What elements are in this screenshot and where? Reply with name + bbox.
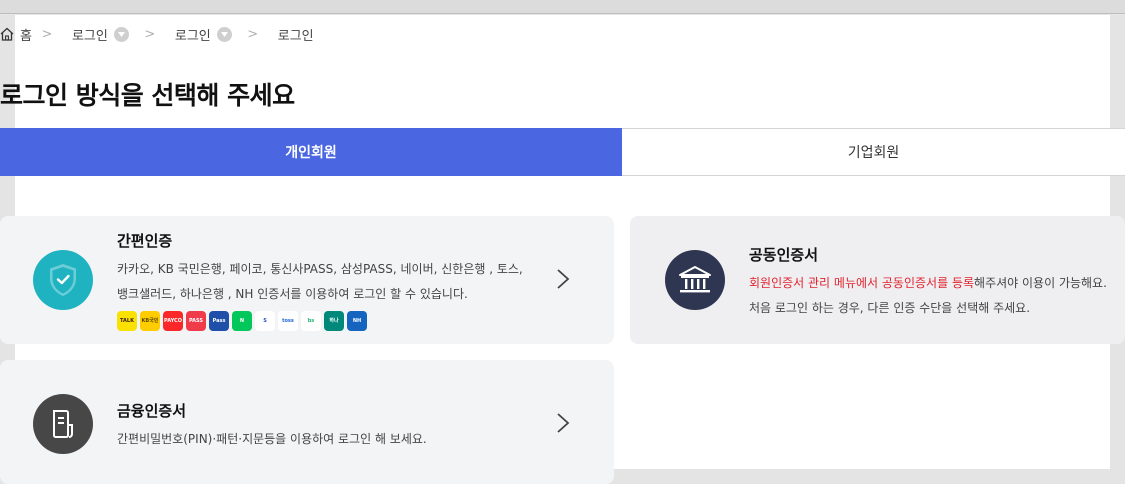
chevron-right-icon: > [144, 26, 156, 42]
home-icon [0, 27, 14, 41]
joint-cert-card[interactable]: 공동인증서 회원인증서 관리 메뉴에서 공동인증서를 등록해주셔야 이용이 가능… [630, 216, 1125, 344]
breadcrumb-item-label: 로그인 [277, 28, 314, 44]
tab-corporate[interactable]: 기업회원 [622, 128, 1125, 176]
breadcrumb-item-1[interactable]: 로그인 [72, 25, 129, 44]
pass-icon: PASS [186, 311, 206, 331]
banksalad-icon: bs [301, 311, 321, 331]
payco-icon: PAYCO [163, 311, 183, 331]
hana-icon: 하나 [324, 311, 344, 331]
fin-cert-title: 금융인증서 [117, 402, 187, 420]
fin-cert-desc: 간편비밀번호(PIN)·패턴·지문등을 이용하여 로그인 해 보세요. [117, 432, 427, 446]
breadcrumb-home-label: 홈 [20, 28, 32, 44]
easy-auth-title: 간편인증 [117, 232, 173, 250]
breadcrumb-home[interactable]: 홈 [0, 25, 32, 44]
chevron-down-icon[interactable] [216, 26, 232, 42]
page-title: 로그인 방식을 선택해 주세요 [0, 81, 295, 110]
joint-cert-desc-rest: 해주셔야 이용이 가능해요. [974, 276, 1107, 290]
kakao-icon: TALK [117, 311, 137, 331]
samsung-pass-icon: Pass [209, 311, 229, 331]
chevron-right-icon [557, 269, 570, 289]
joint-cert-desc-line2: 처음 로그인 하는 경우, 다른 인증 수단을 선택해 주세요. [749, 301, 1031, 315]
nh-icon: NH [347, 311, 367, 331]
top-border [0, 0, 1125, 14]
shield-check-icon [33, 250, 93, 310]
joint-cert-desc-highlight: 회원인증서 관리 메뉴에서 공동인증서를 등록 [749, 276, 975, 290]
breadcrumb: 홈 > 로그인 > 로그인 > 로그인 [0, 24, 320, 44]
easy-auth-card[interactable]: 간편인증 카카오, KB 국민은행, 페이코, 통신사PASS, 삼성PASS,… [0, 216, 614, 344]
shinhan-icon: S [255, 311, 275, 331]
bank-icon [665, 250, 725, 310]
document-icon [33, 394, 93, 454]
toss-icon: toss [278, 311, 298, 331]
joint-cert-title: 공동인증서 [749, 246, 819, 264]
easy-auth-desc-line2: 뱅크샐러드, 하나은행 , NH 인증서를 이용하여 로그인 할 수 있습니다. [117, 287, 468, 301]
breadcrumb-item-label: 로그인 [71, 28, 108, 44]
breadcrumb-item-3: 로그인 [278, 25, 314, 44]
chevron-right-icon [557, 413, 570, 433]
easy-auth-desc-line1: 카카오, KB 국민은행, 페이코, 통신사PASS, 삼성PASS, 네이버,… [117, 262, 523, 276]
chevron-right-icon: > [41, 26, 53, 42]
easy-auth-brand-icons: TALK KB국민 PAYCO PASS Pass N Stoss bs 하나 NH [117, 311, 367, 331]
chevron-right-icon: > [247, 26, 259, 42]
breadcrumb-item-2[interactable]: 로그인 [175, 25, 232, 44]
tab-personal[interactable]: 개인회원 [0, 128, 622, 176]
fin-cert-card[interactable]: 금융인증서 간편비밀번호(PIN)·패턴·지문등을 이용하여 로그인 해 보세요… [0, 360, 614, 484]
member-type-tabs: 개인회원 기업회원 [0, 128, 1125, 176]
breadcrumb-item-label: 로그인 [174, 28, 211, 44]
kb-icon: KB국민 [140, 311, 160, 331]
joint-cert-desc-line1: 회원인증서 관리 메뉴에서 공동인증서를 등록해주셔야 이용이 가능해요. [749, 271, 1107, 296]
chevron-down-icon[interactable] [113, 26, 129, 42]
naver-icon: N [232, 311, 252, 331]
